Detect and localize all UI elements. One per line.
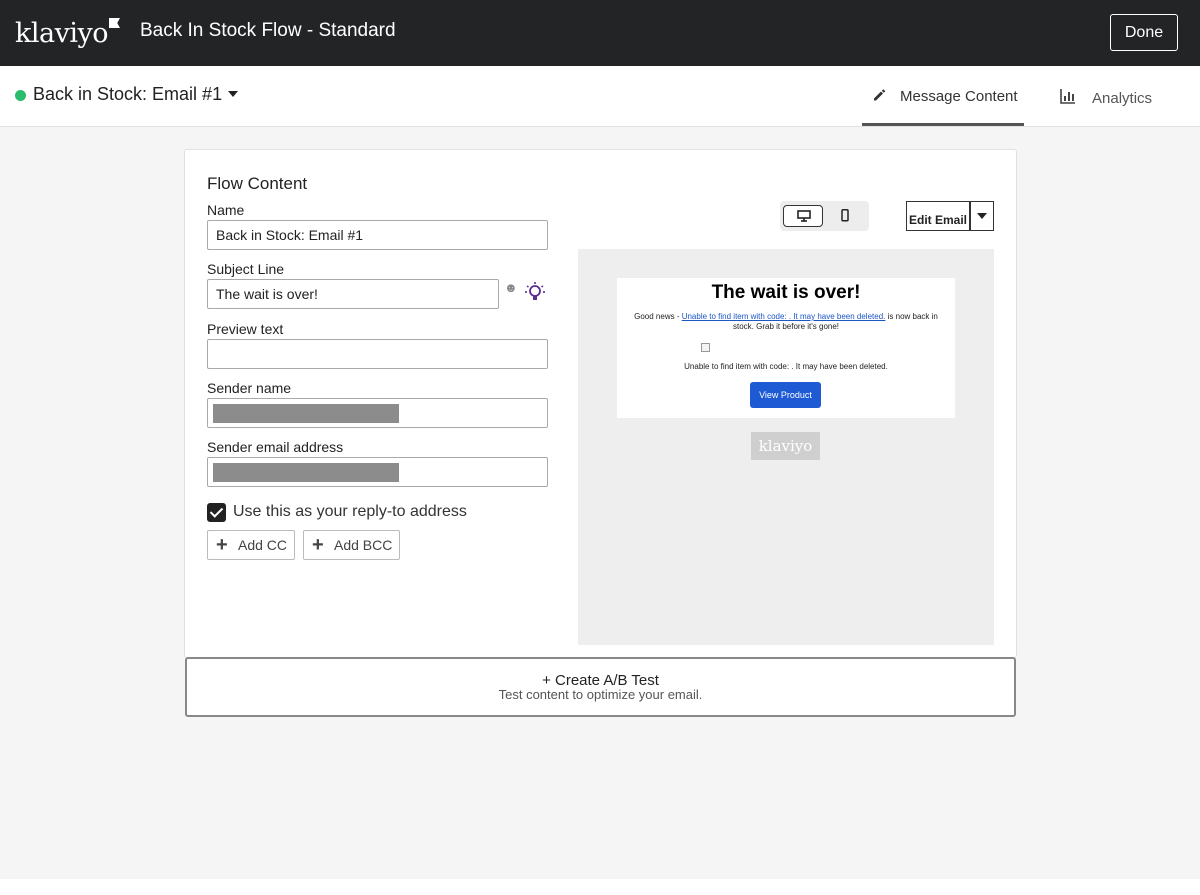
subject-line-label: Subject Line	[207, 261, 285, 277]
view-product-button[interactable]: View Product	[750, 382, 821, 408]
redacted-value	[213, 463, 399, 482]
reply-to-checkbox[interactable]	[207, 503, 226, 522]
redacted-value	[213, 404, 399, 423]
top-header: klaviyo Back In Stock Flow - Standard Do…	[0, 0, 1200, 66]
emoji-icon[interactable]: ☻	[504, 280, 518, 295]
reply-to-label: Use this as your reply-to address	[233, 503, 467, 520]
mobile-preview-button[interactable]	[825, 205, 865, 227]
tab-message-content-label: Message Content	[900, 88, 1018, 105]
desktop-icon	[797, 210, 811, 222]
logo-text: klaviyo	[15, 18, 109, 49]
email-body-prefix: Good news -	[634, 312, 682, 321]
tab-analytics-label: Analytics	[1092, 90, 1153, 107]
preview-text-input[interactable]	[207, 339, 548, 369]
subject-line-input[interactable]	[207, 279, 499, 309]
pencil-icon	[872, 88, 886, 106]
tab-message-content[interactable]: Message Content	[862, 66, 1024, 126]
flow-content-card: Flow Content Name Subject Line ☻ Preview…	[184, 149, 1017, 658]
logo-flag-icon	[109, 18, 120, 28]
email-image-alt-text: Unable to find item with code: . It may …	[684, 362, 888, 371]
done-button[interactable]: Done	[1110, 14, 1178, 51]
sender-name-label: Sender name	[207, 380, 292, 396]
flow-title: Back In Stock Flow - Standard	[140, 20, 396, 41]
email-body-text: Good news - Unable to find item with cod…	[631, 312, 941, 332]
sender-email-input[interactable]	[207, 457, 548, 487]
ab-test-subtitle: Test content to optimize your email.	[498, 687, 703, 702]
chevron-down-icon	[228, 91, 239, 97]
broken-image-icon	[701, 343, 710, 352]
email-selector[interactable]: Back in Stock: Email #1	[33, 84, 239, 105]
bottom-strip	[0, 879, 1200, 895]
email-preview-body: The wait is over! Good news - Unable to …	[617, 278, 955, 418]
email-headline: The wait is over!	[711, 282, 861, 303]
sender-name-input[interactable]	[207, 398, 548, 428]
tab-analytics[interactable]: Analytics	[1050, 66, 1170, 126]
plus-icon: +	[312, 534, 324, 556]
edit-email-button[interactable]: Edit Email	[906, 201, 970, 231]
lightbulb-icon[interactable]	[524, 281, 546, 308]
email-preview: The wait is over! Good news - Unable to …	[578, 249, 994, 645]
card-title: Flow Content	[207, 174, 308, 193]
add-cc-label: Add CC	[238, 537, 288, 553]
preview-text-label: Preview text	[207, 321, 284, 337]
create-ab-test-button[interactable]: + Create A/B Test Test content to optimi…	[185, 657, 1016, 717]
bar-chart-icon	[1060, 88, 1076, 108]
plus-icon: +	[216, 534, 228, 556]
email-selector-label: Back in Stock: Email #1	[33, 84, 223, 104]
sub-header: Back in Stock: Email #1 Message Content …	[0, 66, 1200, 127]
name-input[interactable]	[207, 220, 548, 250]
klaviyo-logo[interactable]: klaviyo	[15, 18, 120, 49]
desktop-preview-button[interactable]	[783, 205, 823, 227]
add-cc-button[interactable]: + Add CC	[207, 530, 295, 560]
footer-klaviyo-logo: klaviyo	[751, 432, 820, 460]
chevron-down-icon	[977, 213, 987, 219]
edit-email-dropdown[interactable]	[970, 201, 994, 231]
status-indicator	[15, 90, 26, 101]
add-bcc-button[interactable]: + Add BCC	[303, 530, 400, 560]
mobile-icon	[841, 209, 849, 222]
name-label: Name	[207, 202, 245, 218]
add-bcc-label: Add BCC	[334, 537, 393, 553]
sender-email-label: Sender email address	[207, 439, 344, 455]
device-toggle	[780, 201, 869, 231]
email-body-link[interactable]: Unable to find item with code: . It may …	[682, 312, 886, 321]
